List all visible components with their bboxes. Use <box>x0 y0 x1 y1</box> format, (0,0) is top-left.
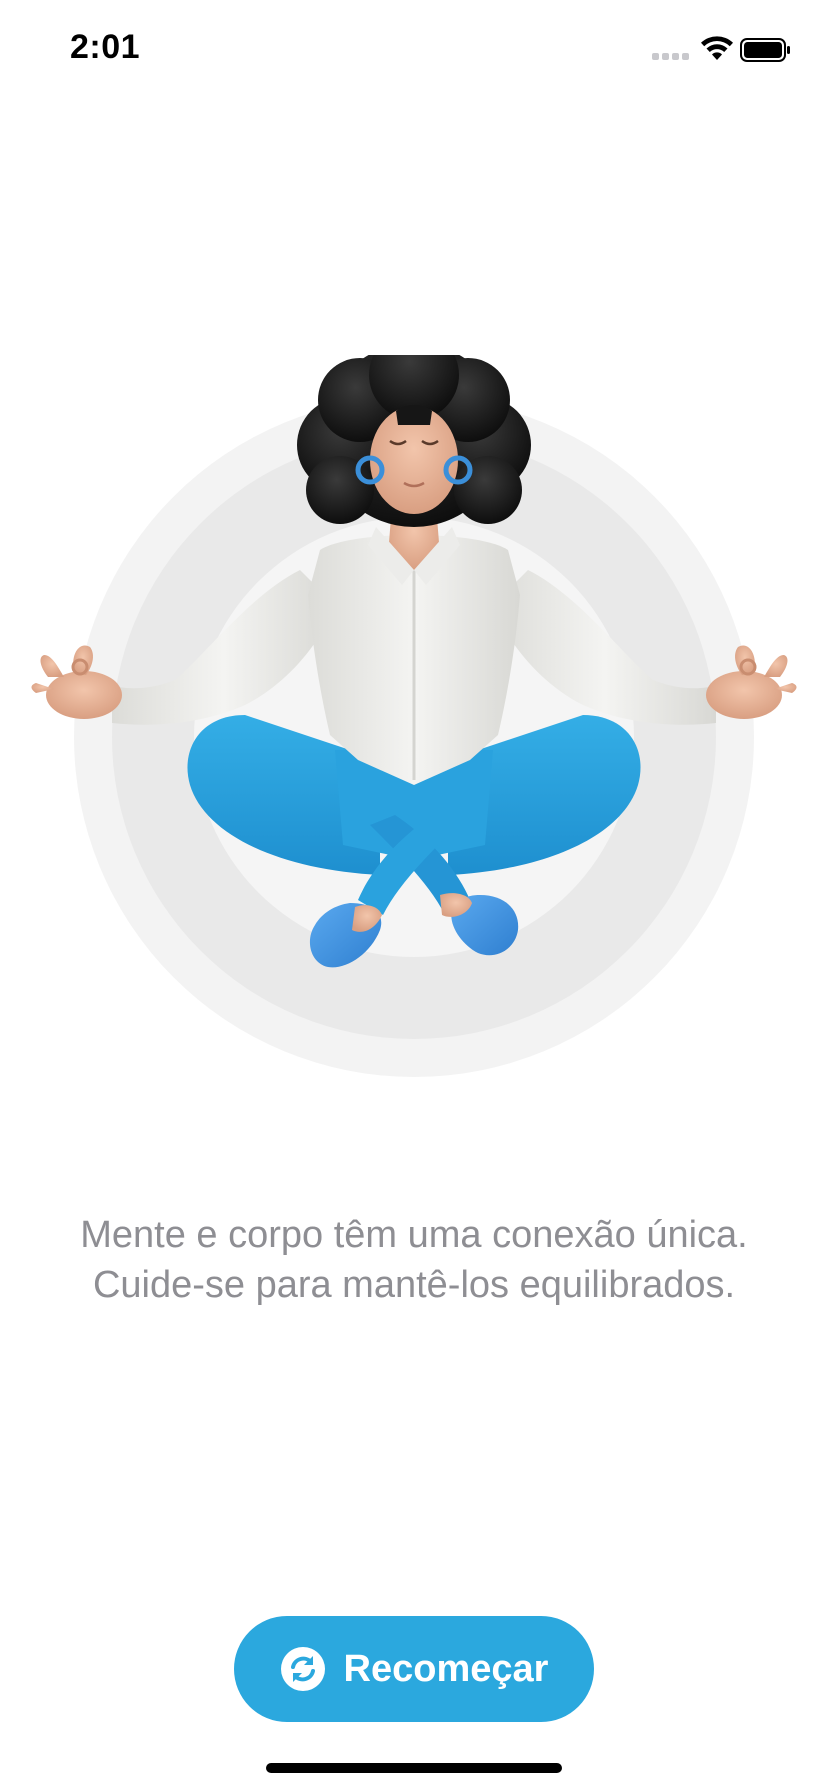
status-bar: 2:01 <box>0 0 828 100</box>
status-time: 2:01 <box>70 28 141 66</box>
restart-button[interactable]: Recomeçar <box>234 1616 594 1722</box>
message-line-1: Mente e corpo têm uma conexão única. <box>80 1214 748 1256</box>
refresh-icon <box>280 1647 325 1691</box>
meditating-woman-illustration <box>31 355 797 1077</box>
restart-button-label: Recomeçar <box>343 1647 549 1690</box>
message-text: Mente e corpo têm uma conexão única. Cui… <box>40 1210 788 1310</box>
battery-icon <box>740 38 790 62</box>
cellular-signal-icon <box>652 53 689 60</box>
home-indicator[interactable] <box>266 1763 562 1773</box>
wifi-icon <box>701 36 733 60</box>
message-line-2: Cuide-se para mantê-los equilibrados. <box>92 1264 736 1306</box>
